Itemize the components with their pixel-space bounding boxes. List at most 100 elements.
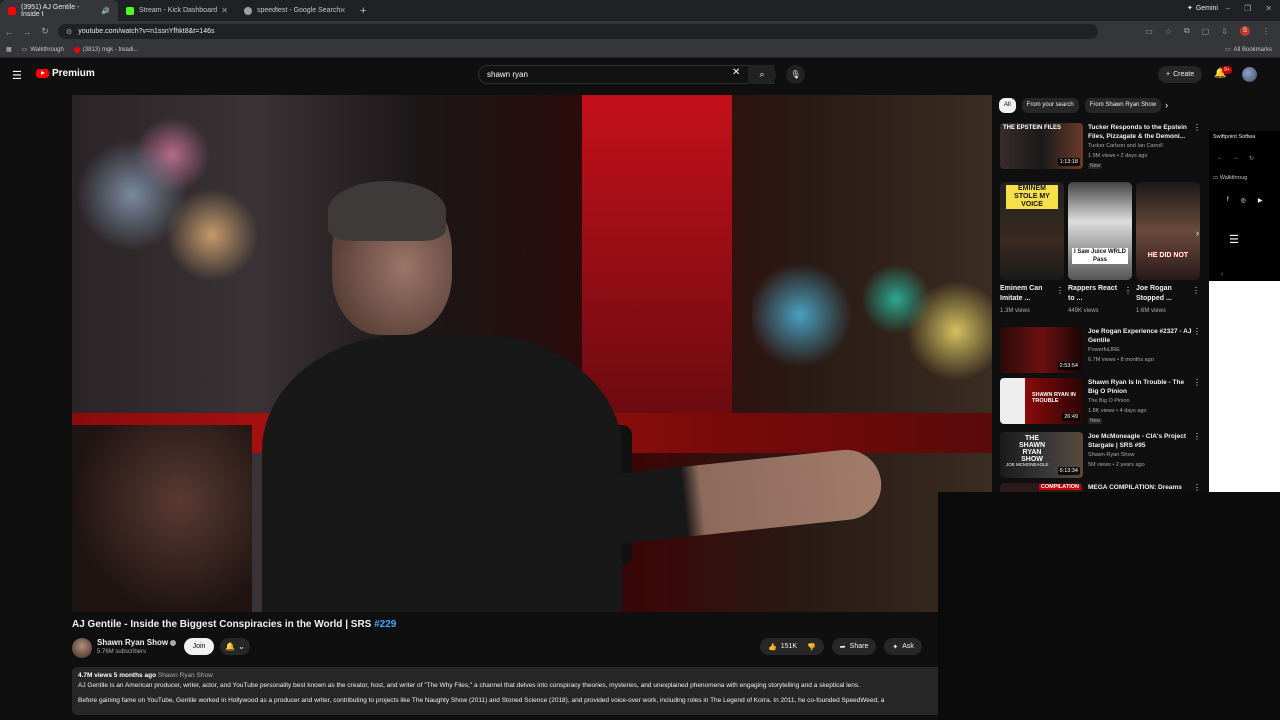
all-bookmarks[interactable]: ▭ All Bookmarks (1225, 46, 1272, 54)
video-thumbnail[interactable]: THE SHAWN RYAN SHOW JOE MCMONEAGLE 6:13:… (1000, 432, 1083, 478)
more-options-icon[interactable]: ⋮ (1193, 483, 1201, 492)
back-icon[interactable]: ← (1217, 155, 1223, 162)
chair-decor (72, 425, 252, 612)
extensions-icon[interactable]: ⧉ (1184, 26, 1190, 36)
close-tab-icon[interactable]: ✕ (103, 6, 110, 15)
reload-icon[interactable]: ↻ (1249, 155, 1254, 162)
chevron-right-icon[interactable]: › (1196, 228, 1199, 238)
join-button[interactable]: Join (184, 638, 214, 655)
recommended-video[interactable]: 2:53:54 Joe Rogan Experience #2327 - AJ … (1000, 327, 1205, 375)
search-input[interactable]: shawn ryan (478, 65, 774, 84)
video-thumbnail[interactable]: COMPILATION (1000, 483, 1083, 492)
new-tab-button[interactable]: + (360, 5, 366, 17)
recommended-video[interactable]: COMPILATION MEGA COMPILATION: Dreams ⋮ (1000, 483, 1205, 492)
recommended-video[interactable]: THE SHAWN RYAN SHOW JOE MCMONEAGLE 6:13:… (1000, 432, 1205, 480)
more-options-icon[interactable]: ⋮ (1124, 286, 1132, 295)
more-options-icon[interactable]: ⋮ (1192, 286, 1200, 295)
search-button[interactable]: ⌕ (748, 65, 776, 84)
dislike-icon[interactable]: 👎 (807, 643, 816, 651)
video-thumbnail[interactable]: THE EPSTEIN FILES 1:13:18 (1000, 123, 1083, 169)
instagram-icon[interactable]: ◎ (1241, 197, 1246, 204)
more-options-icon[interactable]: ⋮ (1193, 123, 1201, 132)
create-button[interactable]: + Create (1158, 66, 1203, 83)
clear-search-icon[interactable]: ✕ (732, 67, 740, 78)
recommended-video[interactable]: THE EPSTEIN FILES 1:13:18 Tucker Respond… (1000, 123, 1205, 171)
sidepanel-icon[interactable]: ▢ (1202, 27, 1210, 36)
chip-all[interactable]: All (999, 97, 1016, 113)
thumbnail-text: COMPILATION (1038, 484, 1081, 490)
youtube-play-icon (36, 69, 49, 78)
restore-icon[interactable]: ❐ (1244, 4, 1251, 13)
like-count: 151K (780, 643, 798, 650)
short-thumbnail[interactable]: I Saw Juice WRLD Pass (1068, 182, 1132, 280)
thumbnail-text: THE SHAWN RYAN SHOW (1018, 435, 1046, 463)
url-field[interactable]: ⚙ youtube.com/watch?v=n1ssnYfhkt8&t=146s (58, 24, 1098, 39)
kebab-menu-icon[interactable]: ⋮ (1262, 27, 1270, 36)
ask-button[interactable]: ✦ Ask (884, 638, 922, 655)
more-options-icon[interactable]: ⋮ (1193, 432, 1201, 441)
youtube-logo[interactable]: Premium (36, 68, 95, 79)
bookmark-star-icon[interactable]: ☆ (1165, 27, 1172, 36)
more-options-icon[interactable]: ⋮ (1056, 286, 1064, 295)
channel-name[interactable]: Shawn Ryan Show (97, 638, 177, 647)
video-thumbnail[interactable]: SHAWN RYAN IN TROUBLE 26:49 (1000, 378, 1083, 424)
download-icon[interactable]: ⇩ (1221, 27, 1228, 36)
overlay-browser-window[interactable]: Swiftpoint Softwa ← → ↻ ▭ Walkthroug f ◎… (1209, 131, 1280, 492)
menu-icon[interactable]: ☰ (12, 69, 22, 82)
recommended-video[interactable]: SHAWN RYAN IN TROUBLE 26:49 Shawn Ryan I… (1000, 378, 1205, 426)
like-button[interactable]: 👍 151K 👎 (760, 638, 824, 655)
description-box[interactable]: 4.7M views 5 months ago Shawn Ryan Show … (72, 667, 942, 715)
youtube-favicon-icon (73, 46, 80, 53)
short-thumbnail[interactable]: HE DID NOT (1136, 182, 1200, 280)
profile-avatar[interactable]: S (1240, 26, 1250, 36)
chip-from-your-search[interactable]: From your search (1021, 97, 1079, 113)
close-tab-icon[interactable]: ✕ (339, 6, 346, 15)
facebook-icon[interactable]: f (1227, 197, 1229, 204)
chevron-left-icon[interactable]: ‹ (1221, 271, 1223, 278)
reload-icon[interactable]: ↻ (36, 26, 54, 37)
overlay-window-top: Swiftpoint Softwa ← → ↻ ▭ Walkthroug f ◎… (1209, 131, 1280, 281)
more-options-icon[interactable]: ⋮ (1193, 327, 1201, 336)
tab-youtube[interactable]: (3951) AJ Gentile - Inside t 🔊 ✕ (0, 0, 118, 21)
forward-icon[interactable]: → (18, 27, 36, 37)
channel-name-text: Shawn Ryan Show (97, 638, 169, 647)
cast-icon[interactable]: ▭ (1145, 27, 1153, 36)
short-thumbnail[interactable]: EMINEM STOLE MY VOICE (1000, 182, 1064, 280)
gemini-label: Gemini (1195, 4, 1218, 12)
share-button[interactable]: ➦ Share (831, 638, 877, 655)
tab-title: speedtest - Google Search (257, 7, 341, 14)
site-info-icon[interactable]: ⚙ (66, 28, 72, 36)
thumbnail-subtext: JOE MCMONEAGLE (1006, 462, 1049, 467)
video-thumbnail[interactable]: 2:53:54 (1000, 327, 1083, 373)
apps-grid-icon[interactable]: ▦ (6, 46, 12, 53)
short-overlay-text: I Saw Juice WRLD Pass (1072, 248, 1128, 264)
menu-icon[interactable]: ☰ (1229, 233, 1239, 246)
bookmark-walkthrough[interactable]: ▭ Walkthrough (22, 46, 64, 54)
youtube-icon[interactable]: ▶ (1258, 197, 1263, 204)
video-meta: 1.8K views • 4 days ago (1088, 408, 1147, 414)
channel-avatar[interactable] (72, 638, 92, 658)
thumbnail-text: SHAWN RYAN IN TROUBLE (1032, 392, 1076, 404)
chip-from-channel[interactable]: From Shawn Ryan Show (1084, 97, 1162, 113)
chevron-right-icon[interactable]: › (1165, 100, 1168, 110)
gemini-button[interactable]: ✦ Gemini (1187, 4, 1218, 13)
voice-search-button[interactable]: 🎙 (786, 65, 805, 84)
close-tab-icon[interactable]: ✕ (221, 6, 228, 15)
video-hashtag[interactable]: #229 (374, 619, 396, 630)
account-avatar[interactable] (1242, 67, 1257, 82)
overlay-bookmark[interactable]: ▭ Walkthroug (1213, 175, 1247, 181)
close-window-icon[interactable]: ✕ (1265, 4, 1272, 13)
share-label: Share (849, 643, 869, 650)
channel-tag[interactable]: Shawn Ryan Show (158, 672, 213, 679)
bookmark-label: Walkthrough (30, 46, 64, 53)
minimize-icon[interactable]: – (1226, 4, 1230, 13)
more-options-icon[interactable]: ⋮ (1193, 378, 1201, 387)
forward-icon[interactable]: → (1233, 155, 1239, 162)
tab-kick[interactable]: Stream - Kick Dashboard ✕ (118, 0, 236, 21)
hair-shape (328, 181, 446, 241)
tab-google[interactable]: speedtest - Google Search ✕ (236, 0, 354, 21)
subscribed-button[interactable]: 🔔 ⌄ (220, 638, 250, 655)
back-icon[interactable]: ← (0, 27, 18, 37)
video-player[interactable] (72, 95, 992, 612)
bookmark-mgk[interactable]: (3813) mgk - treadi... (73, 46, 139, 53)
